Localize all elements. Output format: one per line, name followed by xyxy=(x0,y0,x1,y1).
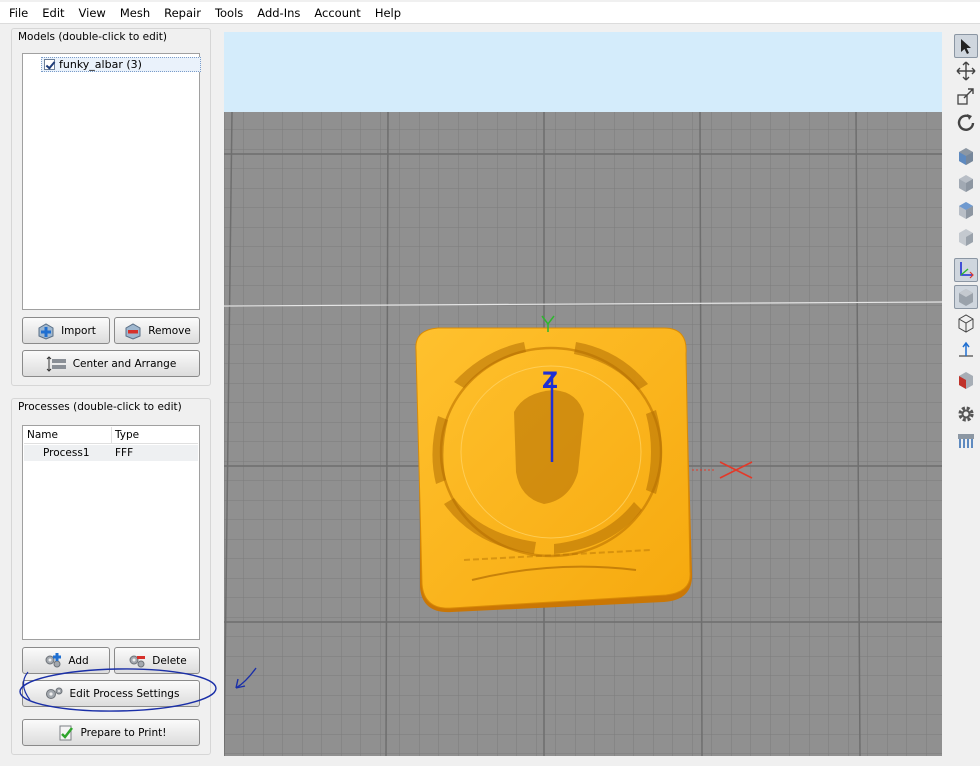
view-front-icon xyxy=(959,148,973,165)
view-iso-icon xyxy=(959,229,973,246)
rotate-icon xyxy=(957,114,975,131)
scale-tool[interactable] xyxy=(954,84,978,108)
move-tool[interactable] xyxy=(954,59,978,83)
view-top-tool[interactable] xyxy=(954,198,978,222)
3d-viewport[interactable]: Z xyxy=(224,32,942,756)
normals-tool[interactable] xyxy=(954,338,978,362)
view-iso-tool[interactable] xyxy=(954,225,978,249)
scale-icon xyxy=(957,88,974,105)
app-window: File Edit View Mesh Repair Tools Add-Ins… xyxy=(0,0,980,766)
move-icon xyxy=(956,61,976,81)
normals-icon xyxy=(959,341,973,357)
axes-toggle-tool[interactable] xyxy=(954,258,978,282)
cross-section-tool[interactable] xyxy=(954,368,978,392)
cross-section-icon xyxy=(959,372,973,389)
solid-view-icon xyxy=(959,289,973,306)
support-tool[interactable] xyxy=(954,429,978,453)
view-toolbar xyxy=(952,32,978,462)
view-front-tool[interactable] xyxy=(954,144,978,168)
viewport-background xyxy=(224,32,942,112)
support-icon xyxy=(958,434,974,448)
settings-tool[interactable] xyxy=(954,402,978,426)
select-icon xyxy=(961,39,971,54)
solid-view-tool[interactable] xyxy=(954,285,978,309)
rotate-tool[interactable] xyxy=(954,111,978,135)
select-tool[interactable] xyxy=(954,34,978,58)
axes-toggle-icon xyxy=(960,262,974,279)
settings-gear-icon xyxy=(958,406,974,422)
wireframe-view-tool[interactable] xyxy=(954,311,978,335)
view-top-icon xyxy=(959,202,973,219)
wireframe-view-icon xyxy=(958,314,974,333)
view-side-tool[interactable] xyxy=(954,171,978,195)
view-side-icon xyxy=(959,175,973,192)
axis-label-z: Z xyxy=(542,369,558,394)
